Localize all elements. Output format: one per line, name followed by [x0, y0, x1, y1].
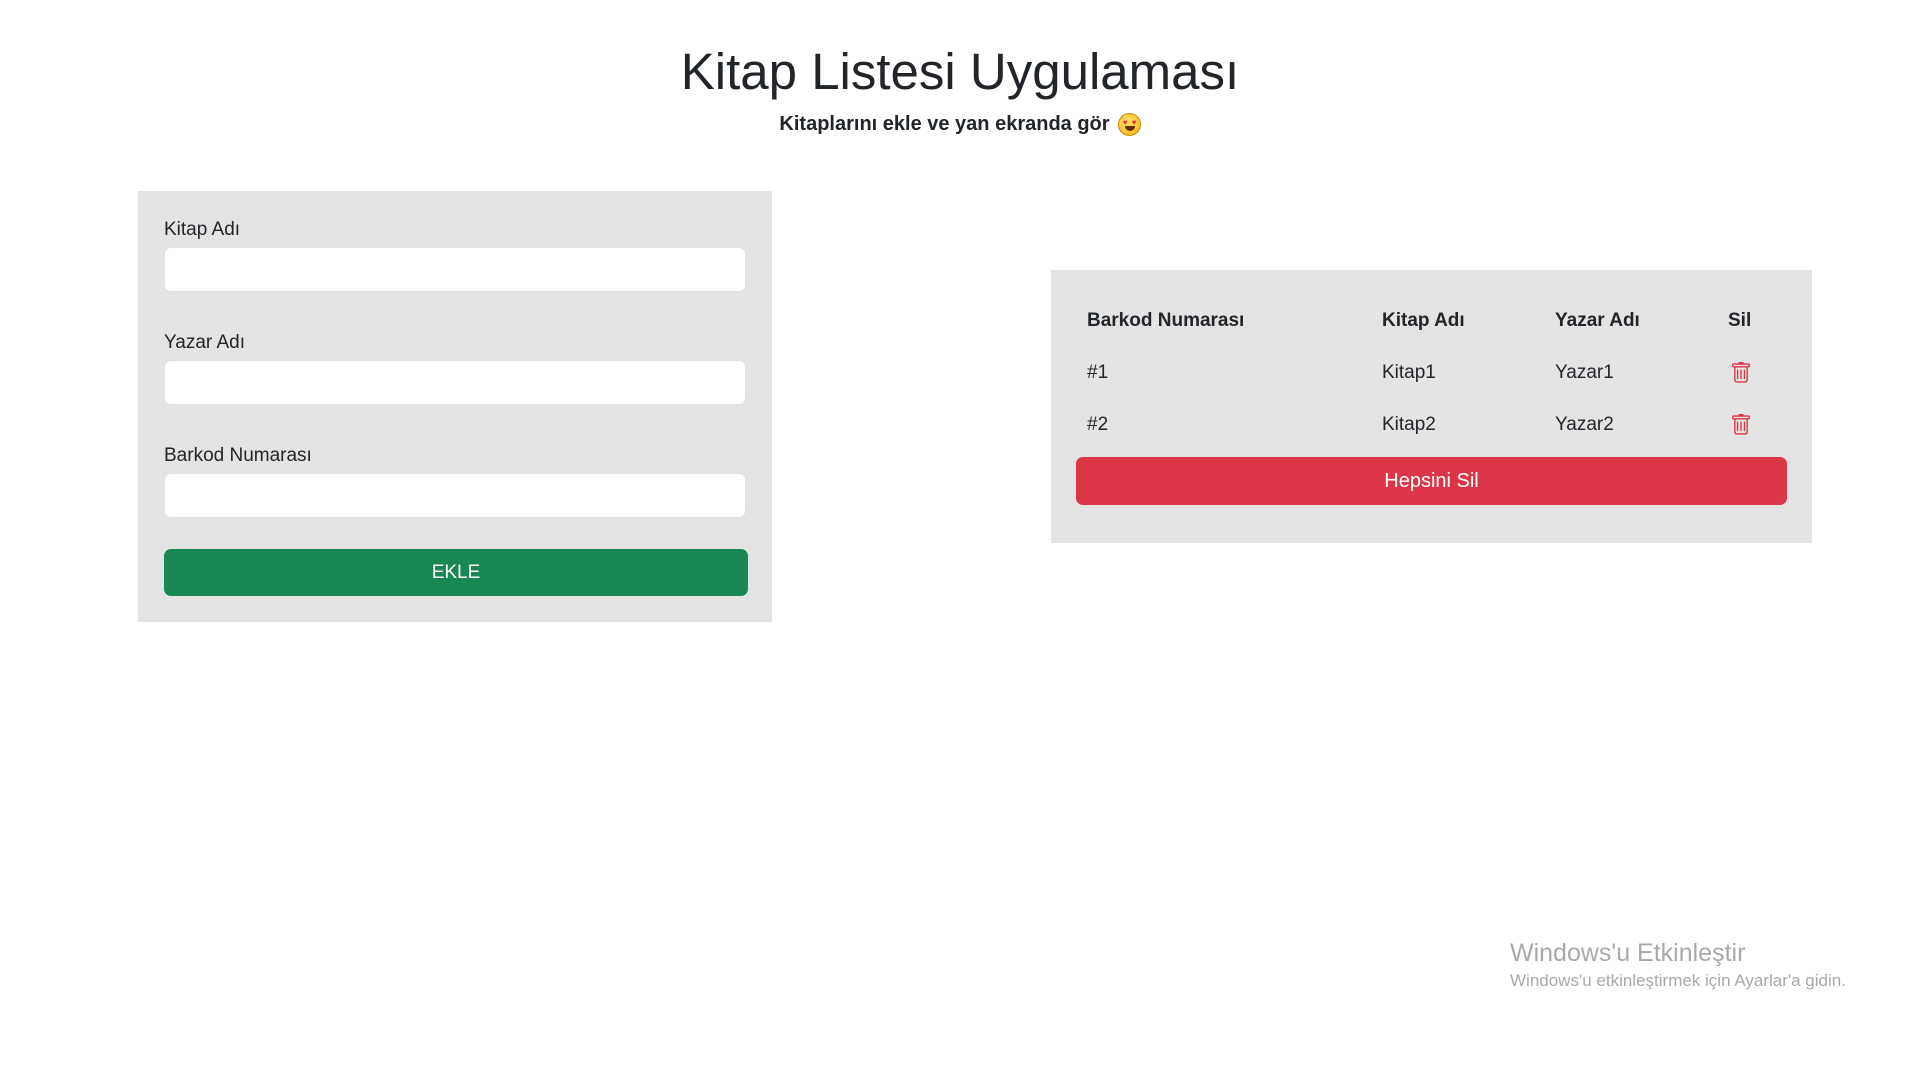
watermark-title: Windows'u Etkinleştir	[1510, 939, 1746, 967]
cell-barcode: #1	[1087, 362, 1109, 383]
cell-author: Yazar2	[1555, 414, 1614, 435]
book-title-input[interactable]	[164, 247, 746, 292]
page-subtitle-text: Kitaplarını ekle ve yan ekranda gör	[779, 113, 1110, 135]
delete-all-button[interactable]: Hepsini Sil	[1076, 457, 1787, 505]
cell-book-title: Kitap1	[1382, 362, 1436, 383]
table-row: #1 Kitap1 Yazar1	[1076, 347, 1787, 399]
heart-eyes-emoji-icon: ♥ ♥	[1117, 112, 1141, 136]
page: Kitap Listesi Uygulaması Kitaplarını ekl…	[0, 0, 1920, 1080]
book-list-panel: Barkod Numarası Kitap Adı Yazar Adı Sil …	[1051, 270, 1812, 543]
page-subtitle: Kitaplarını ekle ve yan ekranda gör ♥ ♥	[779, 110, 1141, 138]
cell-delete	[1717, 347, 1787, 399]
watermark-subtitle: Windows'u etkinleştirmek için Ayarlar'a …	[1510, 971, 1846, 990]
barcode-label: Barkod Numarası	[164, 445, 312, 466]
column-header-author: Yazar Adı	[1555, 310, 1640, 331]
book-table: Barkod Numarası Kitap Adı Yazar Adı Sil …	[1076, 295, 1787, 451]
author-name-input[interactable]	[164, 360, 746, 405]
cell-barcode: #2	[1087, 414, 1109, 435]
author-name-label: Yazar Adı	[164, 332, 245, 353]
page-title: Kitap Listesi Uygulaması	[680, 43, 1240, 100]
cell-delete	[1717, 399, 1787, 451]
table-row: #2 Kitap2 Yazar2	[1076, 399, 1787, 451]
trash-icon[interactable]	[1730, 413, 1752, 436]
cell-book-title: Kitap2	[1382, 414, 1436, 435]
add-book-form: Kitap Adı Yazar Adı Barkod Numarası EKLE	[138, 191, 772, 622]
page-header: Kitap Listesi Uygulaması Kitaplarını ekl…	[0, 38, 1920, 138]
table-header-row: Barkod Numarası Kitap Adı Yazar Adı Sil	[1076, 295, 1787, 347]
windows-activation-watermark: Windows'u Etkinleştir Windows'u etkinleş…	[1510, 938, 1846, 992]
cell-author: Yazar1	[1555, 362, 1614, 383]
column-header-book-title: Kitap Adı	[1382, 310, 1465, 331]
column-header-delete: Sil	[1728, 310, 1752, 331]
barcode-input[interactable]	[164, 473, 746, 518]
trash-icon[interactable]	[1730, 361, 1752, 384]
add-button[interactable]: EKLE	[164, 549, 748, 596]
book-title-label: Kitap Adı	[164, 219, 241, 240]
column-header-barcode: Barkod Numarası	[1087, 310, 1245, 331]
